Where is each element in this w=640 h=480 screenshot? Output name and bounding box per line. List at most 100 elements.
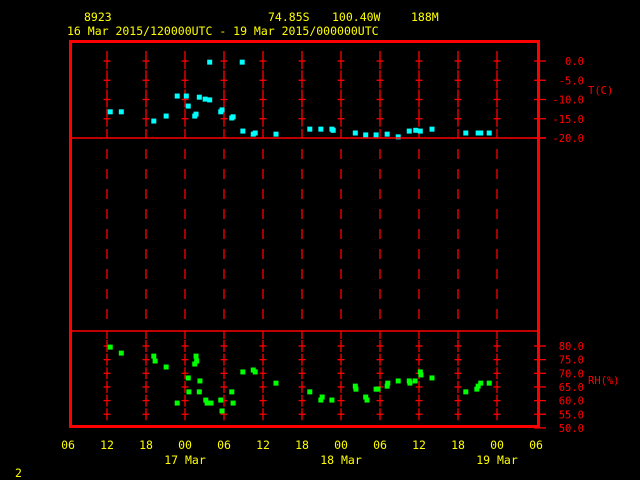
rh-point	[196, 389, 202, 395]
x-tick-label: 12	[412, 438, 426, 452]
rh-point	[395, 378, 401, 384]
rh-point	[219, 408, 225, 414]
rh-point	[185, 375, 191, 381]
temperature-tick-label: -5.0	[559, 75, 584, 87]
temperature-tick-label: 0.0	[565, 56, 584, 68]
rh-point	[197, 378, 203, 384]
temperature-tick-label: -20.0	[552, 133, 584, 145]
temperature-point	[363, 132, 369, 138]
rh-point	[429, 375, 435, 381]
temperature-point	[330, 127, 336, 133]
data-marks	[107, 59, 492, 414]
temperature-point	[193, 111, 199, 117]
temperature-point	[174, 93, 180, 99]
rh-point	[329, 397, 335, 403]
rh-point	[152, 358, 158, 364]
temperature-point	[252, 130, 258, 136]
x-tick-label: 18	[451, 438, 465, 452]
temperature-point	[417, 128, 423, 134]
rh-point	[273, 380, 279, 386]
date-label: 19 Mar	[476, 453, 518, 467]
x-tick-label: 00	[334, 438, 348, 452]
x-tick-label: 12	[256, 438, 270, 452]
rh-point	[364, 397, 370, 403]
rh-tick-label: 65.0	[559, 382, 584, 394]
rh-tick-label: 55.0	[559, 409, 584, 421]
temperature-tick-label: -10.0	[552, 95, 584, 107]
rh-point	[407, 380, 413, 386]
temperature-point	[373, 132, 379, 138]
rh-point	[240, 369, 246, 375]
x-tick-label: 00	[490, 438, 504, 452]
rh-tick-label: 70.0	[559, 368, 584, 380]
temperature-point	[183, 93, 189, 99]
rh-point	[193, 353, 199, 359]
grid	[103, 51, 546, 429]
rh-tick-label: 60.0	[559, 396, 584, 408]
temperature-point	[163, 113, 169, 119]
rh-point	[163, 364, 169, 370]
temperature-point	[352, 130, 358, 136]
x-tick-label: 06	[373, 438, 387, 452]
time-range: 16 Mar 2015/120000UTC - 19 Mar 2015/0000…	[67, 24, 379, 38]
temperature-point	[318, 126, 324, 132]
date-label: 17 Mar	[164, 453, 206, 467]
temperature-point	[207, 97, 213, 103]
meteogram: 8923 74.85S 100.40W 188M 16 Mar 2015/120…	[15, 10, 620, 480]
rh-tick-label: 75.0	[559, 355, 584, 367]
rh-point	[208, 400, 214, 406]
rh-point	[463, 389, 469, 395]
temperature-point	[196, 94, 202, 100]
x-tick-label: 06	[61, 438, 75, 452]
rh-point	[478, 380, 484, 386]
x-tick-label: 12	[100, 438, 114, 452]
temperature-point	[207, 59, 213, 65]
temperature-point	[185, 103, 191, 109]
longitude: 100.40W	[332, 10, 381, 24]
rh-point	[385, 380, 391, 386]
rh-point	[186, 389, 192, 395]
temperature-point	[307, 126, 313, 132]
rh-tick-label: 80.0	[559, 341, 584, 353]
rh-point	[412, 378, 418, 384]
temperature-point	[486, 130, 492, 136]
x-tick-label: 06	[529, 438, 543, 452]
rh-point	[192, 361, 198, 367]
rh-point	[418, 372, 424, 378]
rh-point	[151, 353, 157, 359]
rh-point	[252, 369, 258, 375]
temperature-point	[384, 131, 390, 137]
rh-point	[307, 389, 313, 395]
rh-point	[218, 397, 224, 403]
temperature-point	[240, 128, 246, 134]
rh-point	[318, 397, 324, 403]
frame-number: 2	[15, 466, 22, 480]
latitude: 74.85S	[268, 10, 310, 24]
temperature-point	[413, 127, 419, 133]
axis-labels: 0.0 -5.0 -10.0 -15.0 -20.0 80.0 75.070.0 65.0 60…	[61, 56, 620, 467]
temperature-tick-label: -15.0	[552, 114, 584, 126]
rh-point	[353, 386, 359, 392]
rh-point	[230, 400, 236, 406]
rh-point	[174, 400, 180, 406]
rh-point	[229, 389, 235, 395]
temperature-point	[118, 109, 124, 115]
temperature-point	[406, 128, 412, 134]
temperature-point	[239, 59, 245, 65]
rh-point	[118, 350, 124, 356]
x-tick-label: 00	[178, 438, 192, 452]
x-tick-label: 18	[139, 438, 153, 452]
temperature-point	[273, 131, 279, 137]
temperature-point	[107, 109, 113, 115]
temperature-point	[463, 130, 469, 136]
rh-point	[107, 344, 113, 350]
x-tick-label: 06	[217, 438, 231, 452]
rh-tick-label: 50.0	[559, 423, 584, 435]
temperature-point	[202, 96, 208, 102]
temperature-point	[230, 114, 236, 120]
rh-point	[486, 380, 492, 386]
temperature-point	[429, 126, 435, 132]
station-id: 8923	[84, 10, 112, 24]
temperature-point	[219, 107, 225, 113]
rh-axis-label: RH(%)	[588, 375, 620, 387]
